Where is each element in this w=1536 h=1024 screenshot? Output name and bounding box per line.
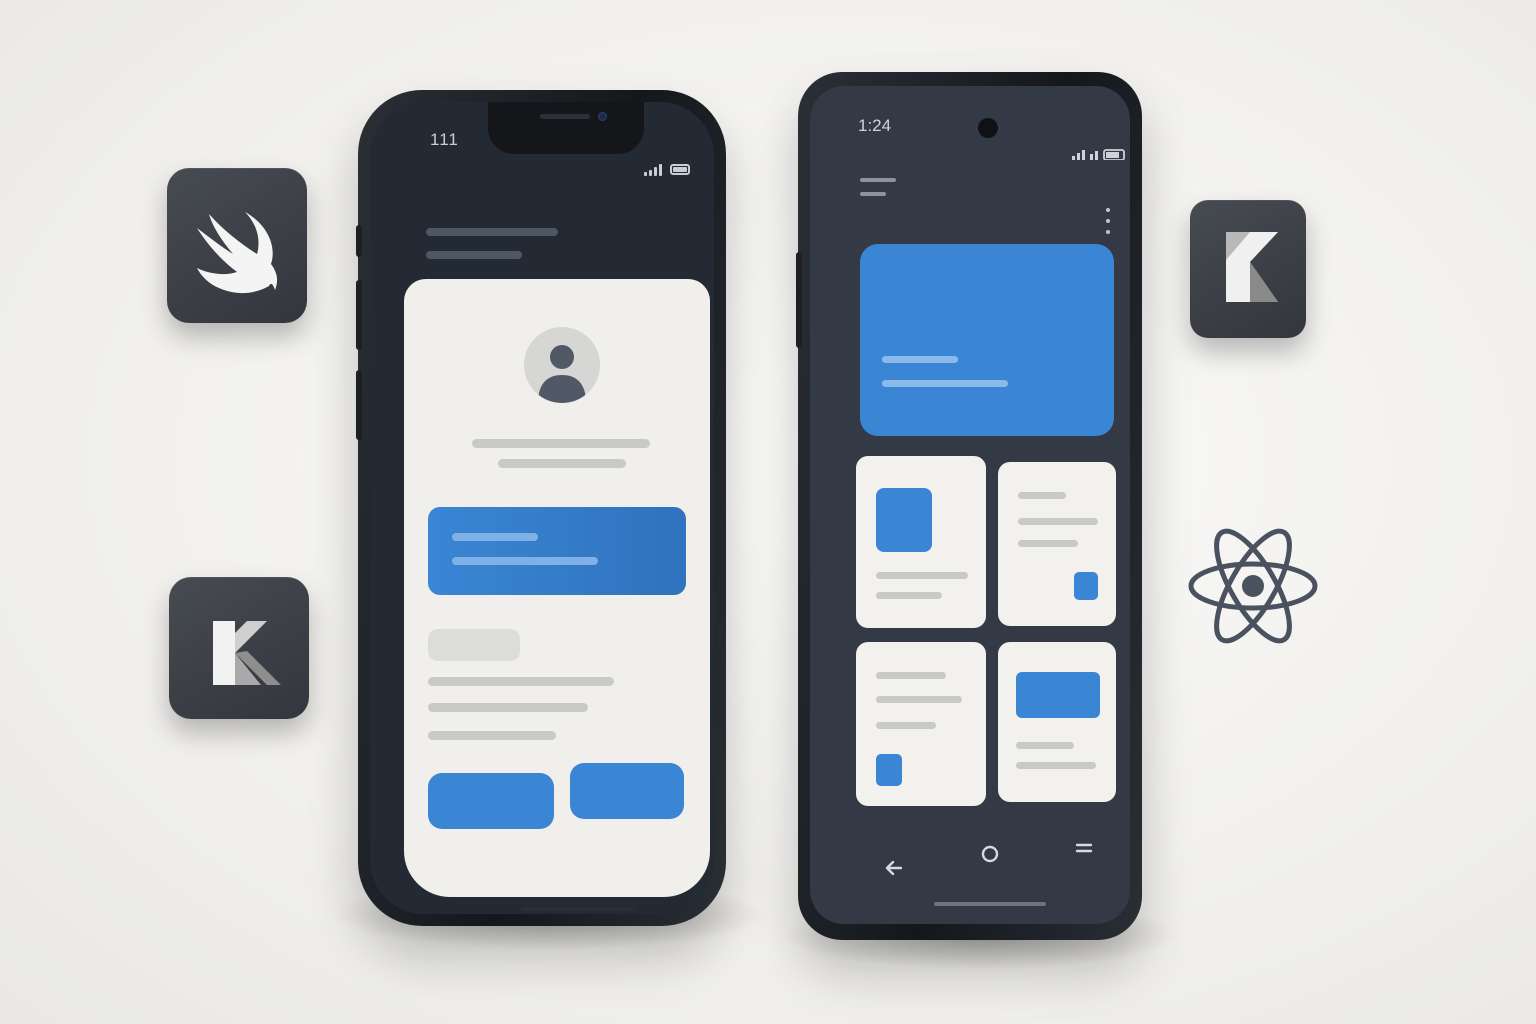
- header-subtitle: [426, 251, 522, 259]
- text-line: [428, 703, 588, 712]
- tile-line: [1018, 540, 1078, 547]
- banner-line: [452, 533, 538, 541]
- tile-line: [1018, 518, 1098, 525]
- chip[interactable]: [428, 629, 520, 661]
- status-time: 111: [430, 130, 459, 149]
- front-camera: [598, 112, 607, 121]
- profile-card: [404, 279, 710, 897]
- tile-line: [1016, 742, 1074, 749]
- header-title: [426, 228, 558, 236]
- android-phone: 1:24: [796, 72, 1142, 940]
- secondary-button[interactable]: [428, 773, 554, 829]
- profile-name: [472, 439, 650, 448]
- ios-phone: 111: [356, 90, 726, 926]
- hero-line: [882, 356, 958, 363]
- volume-down-button: [356, 370, 362, 440]
- tile-line: [876, 696, 962, 703]
- gesture-bar[interactable]: [934, 902, 1046, 906]
- action-button: [356, 225, 362, 257]
- signal-icon: [1072, 149, 1125, 160]
- kotlin-icon: [213, 621, 281, 685]
- react-icon: [1185, 512, 1321, 660]
- tile-image: [876, 488, 932, 552]
- recents-icon[interactable]: [1074, 838, 1094, 858]
- tile-accent: [1074, 572, 1098, 600]
- tile-image: [1016, 672, 1100, 718]
- profile-subtitle: [498, 459, 626, 468]
- back-icon[interactable]: [884, 858, 904, 878]
- banner-line: [452, 557, 598, 565]
- status-time: 1:24: [858, 116, 892, 135]
- signal-icon: [644, 164, 666, 176]
- android-screen: 1:24: [810, 86, 1130, 924]
- hero-line: [882, 380, 1008, 387]
- grid-tile[interactable]: [856, 456, 986, 628]
- speaker: [540, 114, 590, 119]
- primary-button[interactable]: [570, 763, 684, 819]
- tile-line: [876, 592, 942, 599]
- text-line: [428, 731, 556, 740]
- tile-line: [876, 722, 936, 729]
- text-line: [428, 677, 614, 686]
- home-indicator[interactable]: [522, 907, 634, 911]
- swift-icon: [197, 212, 278, 294]
- grid-tile[interactable]: [998, 462, 1116, 626]
- avatar[interactable]: [524, 327, 600, 403]
- volume-up-button: [356, 280, 362, 350]
- tile-line: [1016, 762, 1096, 769]
- swift-badge: [167, 168, 307, 323]
- home-icon[interactable]: [980, 844, 1000, 864]
- front-camera: [978, 118, 998, 138]
- grid-tile[interactable]: [856, 642, 986, 806]
- tile-line: [876, 672, 946, 679]
- primary-banner[interactable]: [428, 507, 686, 595]
- kotlin-badge: [169, 577, 309, 719]
- battery-icon: [670, 164, 690, 175]
- hero-card[interactable]: [860, 244, 1114, 436]
- kotlin-badge: [1190, 200, 1306, 338]
- tile-line: [876, 572, 968, 579]
- grid-tile[interactable]: [998, 642, 1116, 802]
- ios-screen: 111: [370, 102, 714, 914]
- user-icon: [538, 345, 586, 403]
- notch: [488, 102, 644, 154]
- tile-line: [1018, 492, 1066, 499]
- power-button: [796, 252, 802, 348]
- tile-accent: [876, 754, 902, 786]
- kotlin-icon: [1226, 232, 1278, 302]
